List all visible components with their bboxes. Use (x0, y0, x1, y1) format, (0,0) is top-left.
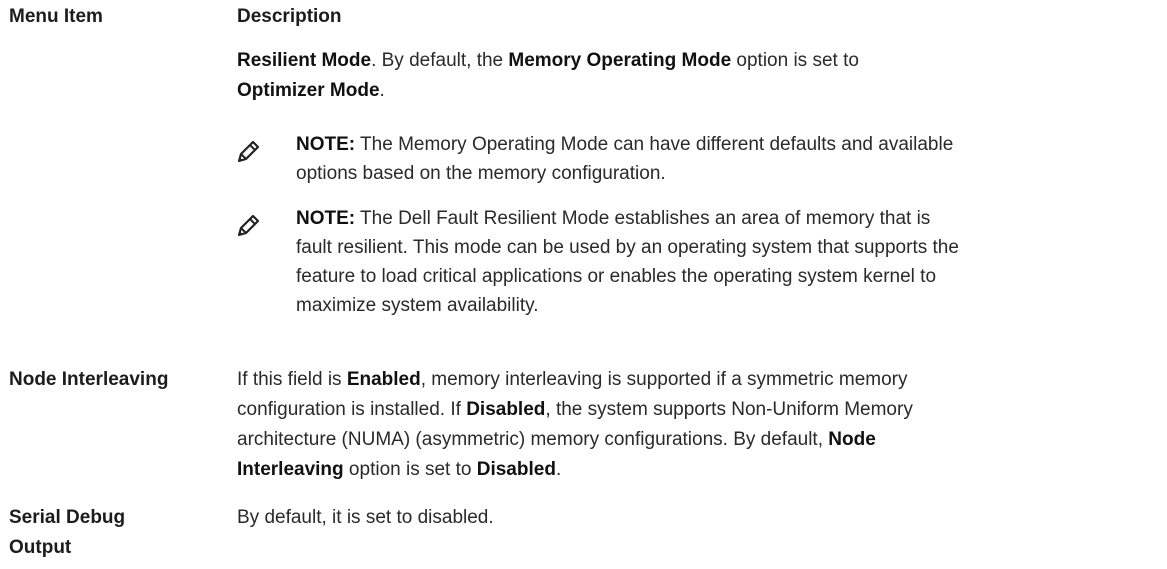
menu-item-serial-debug-output: Serial Debug Output (9, 507, 126, 558)
note-label: NOTE: (296, 208, 356, 229)
bold-term: Node (828, 429, 876, 450)
bold-term: Interleaving (237, 459, 344, 480)
bold-term: Memory Operating Mode (508, 50, 732, 71)
pencil-note-icon (236, 138, 262, 164)
description-line: Resilient Mode. By default, the Memory O… (237, 50, 859, 71)
row-node-interleaving-description: If this field is Enabled, memory interle… (237, 369, 913, 480)
bold-term: Optimizer Mode (237, 80, 380, 101)
bold-term: Resilient Mode (237, 50, 372, 71)
bold-term: Enabled (346, 369, 421, 390)
column-header-menu-item: Menu Item (9, 6, 103, 27)
bold-term: Disabled (476, 459, 556, 480)
note-memory-operating-mode: NOTE: The Memory Operating Mode can have… (296, 134, 954, 184)
column-header-description: Description (237, 6, 342, 27)
description-line: Optimizer Mode. (237, 80, 385, 101)
menu-item-node-interleaving: Node Interleaving (9, 369, 169, 390)
note-label: NOTE: (296, 134, 356, 155)
note-fault-resilient-mode: NOTE: The Dell Fault Resilient Mode esta… (296, 208, 959, 316)
row-memory-operating-mode-description: Resilient Mode. By default, the Memory O… (237, 46, 1137, 106)
document-page: Menu Item Description Resilient Mode. By… (0, 0, 1167, 569)
bold-term: Disabled (466, 399, 546, 420)
pencil-note-icon (236, 212, 262, 238)
row-serial-debug-output-description: By default, it is set to disabled. (237, 507, 494, 528)
